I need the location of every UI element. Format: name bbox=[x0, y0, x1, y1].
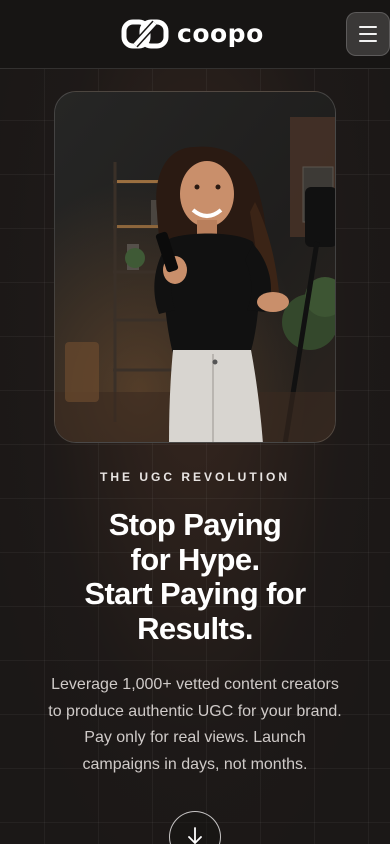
headline-line: for Hype. bbox=[130, 541, 261, 577]
hero-headline: Stop Paying for Hype. Start Paying for R… bbox=[20, 507, 370, 646]
headline-line: Start Paying for bbox=[84, 576, 306, 611]
hero-description: Leverage 1,000+ vetted content creators … bbox=[28, 672, 362, 778]
hamburger-icon-line bbox=[359, 26, 377, 28]
hamburger-icon-line bbox=[359, 40, 377, 42]
arrow-down-icon bbox=[188, 827, 202, 844]
hero-image bbox=[54, 91, 336, 443]
creator-photo-illustration bbox=[55, 92, 335, 442]
description-line: Leverage 1,000+ vetted content creators bbox=[51, 676, 339, 693]
description-line: campaigns in days, not months. bbox=[82, 755, 308, 773]
coopo-logo-mark-icon bbox=[121, 19, 169, 49]
description-line: to produce authentic UGC for your brand. bbox=[48, 702, 342, 720]
headline-line: Results. bbox=[137, 610, 253, 646]
brand-logo[interactable]: coopo bbox=[121, 18, 264, 50]
logo-wordmark: coopo bbox=[177, 19, 264, 48]
hero-eyebrow: THE UGC REVOLUTION bbox=[99, 470, 290, 484]
scroll-down-button[interactable] bbox=[169, 811, 221, 844]
hamburger-icon-line bbox=[359, 33, 377, 35]
top-nav: coopo bbox=[0, 0, 390, 69]
headline-line: Stop Paying bbox=[108, 507, 282, 542]
page: coopo THE UGC REVOLUTION Stop Paying for… bbox=[0, 0, 390, 844]
menu-button[interactable] bbox=[346, 12, 390, 56]
description-line: Pay only for real views. Launch bbox=[84, 729, 306, 746]
